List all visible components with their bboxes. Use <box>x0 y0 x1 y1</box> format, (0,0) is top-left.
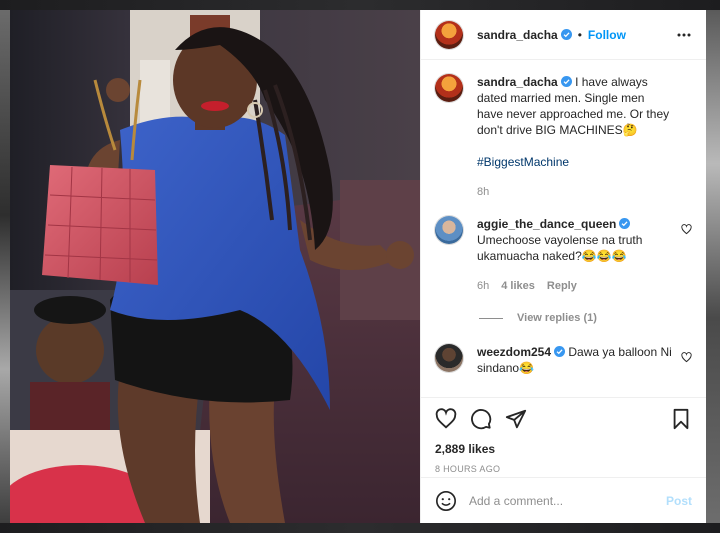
post-comment-button[interactable]: Post <box>666 494 692 508</box>
verified-badge-icon <box>560 76 572 87</box>
caption-age[interactable]: 8h <box>477 184 489 200</box>
header-separator: • <box>577 27 582 42</box>
comment-like-heart-icon[interactable] <box>681 224 692 235</box>
comment-author-username[interactable]: weezdom254 <box>477 345 551 359</box>
add-comment-bar: Post <box>421 477 706 523</box>
post-side-panel: sandra_dacha • Follow sandra_dacha I hav… <box>420 10 706 523</box>
comment-input[interactable] <box>469 493 666 508</box>
comment-row: aggie_the_dance_queen Umechoose vayolens… <box>435 216 692 294</box>
paper-plane-icon[interactable] <box>505 408 527 430</box>
verified-badge-icon <box>554 346 566 357</box>
caption-author-username[interactable]: sandra_dacha <box>477 75 558 89</box>
backdrop-left-strip <box>0 10 10 523</box>
caption-author-avatar[interactable] <box>435 74 463 102</box>
view-replies-line <box>479 317 503 319</box>
emoji-smiley-icon[interactable] <box>435 490 457 512</box>
follow-button[interactable]: Follow <box>588 28 626 42</box>
comment-author-username[interactable]: aggie_the_dance_queen <box>477 217 616 231</box>
caption-meta: 8h <box>477 184 673 200</box>
comment-text: Umechoose vayolense na truth ukamuacha n… <box>477 233 643 263</box>
bookmark-icon[interactable] <box>670 408 692 430</box>
comment-meta: 6h 4 likes Reply <box>477 278 673 294</box>
comment-like-heart-icon[interactable] <box>681 352 692 363</box>
caption-row: sandra_dacha I have always dated married… <box>435 74 692 200</box>
verified-badge-icon <box>619 218 631 229</box>
comments-list[interactable]: sandra_dacha I have always dated married… <box>421 60 706 397</box>
author-username[interactable]: sandra_dacha <box>477 28 558 42</box>
comment-age[interactable]: 6h <box>477 278 489 294</box>
verified-badge-icon <box>560 29 572 40</box>
post-timestamp[interactable]: 8 HOURS AGO <box>435 464 692 474</box>
post-modal: sandra_dacha • Follow sandra_dacha I hav… <box>10 10 706 523</box>
post-header: sandra_dacha • Follow <box>421 10 706 60</box>
likes-count[interactable]: 2,889 likes <box>435 442 692 456</box>
comment-likes[interactable]: 4 likes <box>501 278 535 294</box>
post-photo[interactable] <box>10 10 420 523</box>
comment-row: weezdom254 Dawa ya balloon Ni sindano😂 <box>435 344 692 376</box>
comment-avatar[interactable] <box>435 216 463 244</box>
comment-bubble-icon[interactable] <box>470 408 492 430</box>
comment-body: weezdom254 Dawa ya balloon Ni sindano😂 <box>477 344 673 376</box>
caption-hashtag-line: #BiggestMachine <box>477 154 673 170</box>
comment-avatar[interactable] <box>435 344 463 372</box>
more-options-icon[interactable] <box>676 27 692 43</box>
heart-icon[interactable] <box>435 408 457 430</box>
caption-body: sandra_dacha I have always dated married… <box>477 74 673 200</box>
view-replies-button[interactable]: View replies (1) <box>479 312 692 324</box>
post-photo-illustration <box>10 10 420 523</box>
post-actions: 2,889 likes 8 HOURS AGO Post <box>421 397 706 523</box>
backdrop-right-strip <box>706 10 720 523</box>
action-icon-row <box>435 406 692 432</box>
caption-hashtag[interactable]: #BiggestMachine <box>477 155 569 169</box>
comment-body: aggie_the_dance_queen Umechoose vayolens… <box>477 216 673 294</box>
comment-reply-button[interactable]: Reply <box>547 278 577 294</box>
view-replies-label: View replies (1) <box>517 312 597 324</box>
author-avatar[interactable] <box>435 20 463 49</box>
